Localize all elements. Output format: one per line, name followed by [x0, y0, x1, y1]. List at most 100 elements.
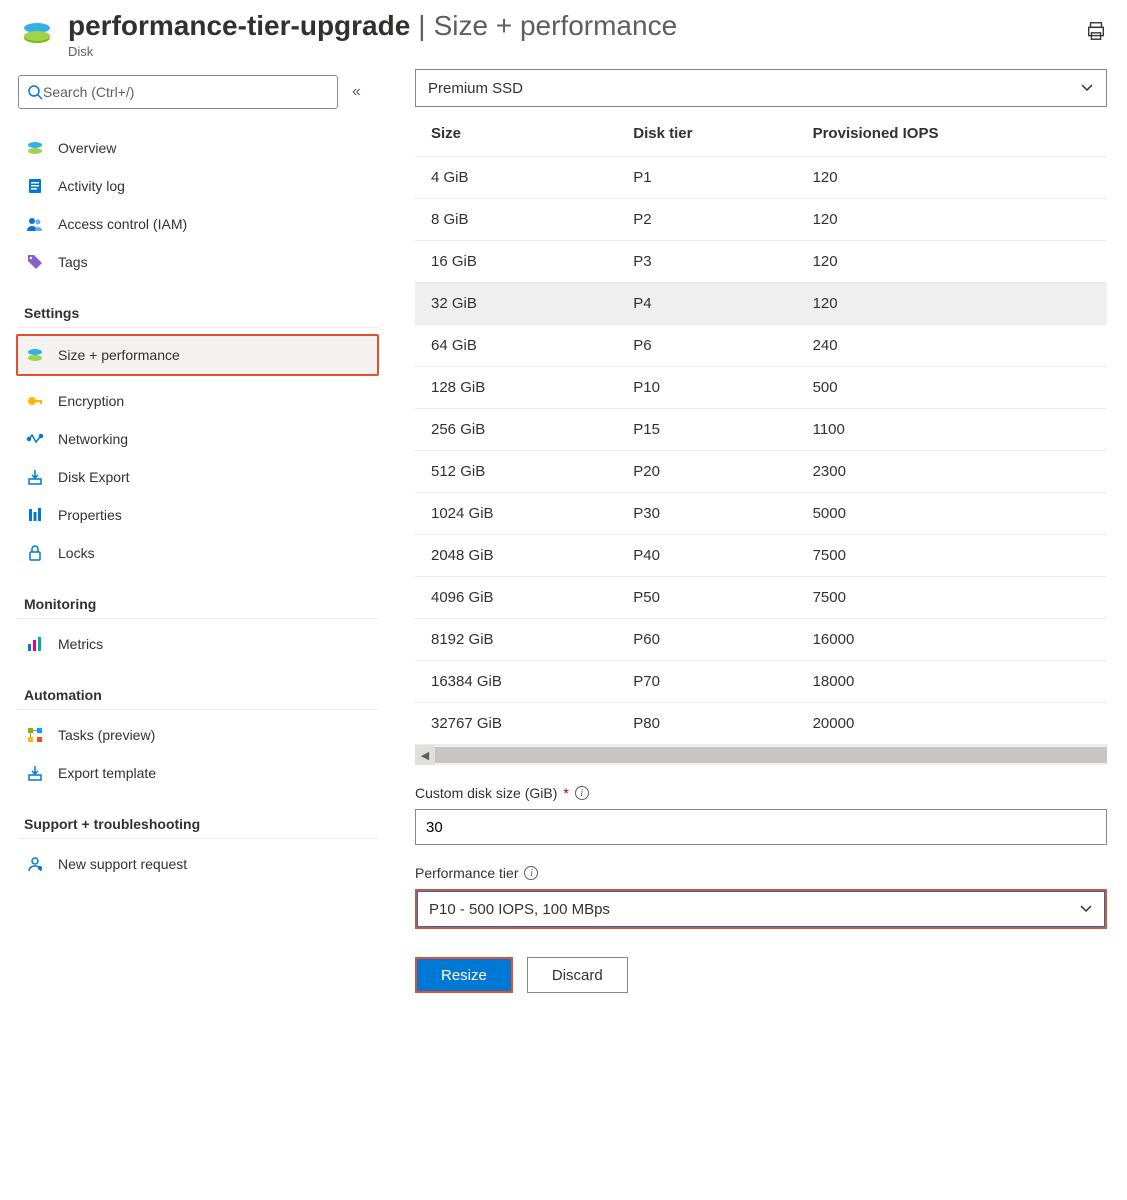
size-table: Size Disk tier Provisioned IOPS 4 GiBP11… — [415, 111, 1107, 745]
new-support-request-icon — [24, 855, 46, 873]
sidebar-item-label: Export template — [58, 765, 156, 781]
col-iops[interactable]: Provisioned IOPS — [797, 111, 1107, 157]
cell-size: 32 GiB — [415, 283, 617, 325]
cell-iops: 16000 — [797, 619, 1107, 661]
cell-tier: P40 — [617, 535, 796, 577]
sidebar-item-metrics[interactable]: Metrics — [18, 625, 377, 663]
col-tier[interactable]: Disk tier — [617, 111, 796, 157]
resize-button[interactable]: Resize — [415, 957, 513, 993]
chevron-down-icon — [1079, 901, 1093, 918]
cell-tier: P15 — [617, 409, 796, 451]
table-row[interactable]: 8 GiBP2120 — [415, 199, 1107, 241]
table-row[interactable]: 128 GiBP10500 — [415, 367, 1107, 409]
metrics-icon — [24, 635, 46, 653]
cell-tier: P80 — [617, 703, 796, 745]
custom-size-input[interactable] — [415, 809, 1107, 845]
sidebar-search[interactable] — [18, 75, 338, 109]
table-row[interactable]: 32 GiBP4120 — [415, 283, 1107, 325]
sidebar-item-label: Disk Export — [58, 469, 130, 485]
sidebar-item-properties[interactable]: Properties — [18, 496, 377, 534]
sidebar-item-new-support-request[interactable]: New support request — [18, 845, 377, 883]
tags-icon — [24, 253, 46, 271]
sidebar-section-support-troubleshooting: Support + troubleshooting — [18, 802, 377, 839]
col-size[interactable]: Size — [415, 111, 617, 157]
table-row[interactable]: 16384 GiBP7018000 — [415, 661, 1107, 703]
export-template-icon — [24, 764, 46, 782]
cell-size: 256 GiB — [415, 409, 617, 451]
sidebar-item-label: Properties — [58, 507, 122, 523]
cell-iops: 2300 — [797, 451, 1107, 493]
sidebar-item-activity-log[interactable]: Activity log — [18, 167, 377, 205]
cell-iops: 120 — [797, 283, 1107, 325]
sidebar-section-monitoring: Monitoring — [18, 582, 377, 619]
cell-iops: 5000 — [797, 493, 1107, 535]
table-row[interactable]: 4 GiBP1120 — [415, 157, 1107, 199]
cell-size: 1024 GiB — [415, 493, 617, 535]
cell-size: 8192 GiB — [415, 619, 617, 661]
table-row[interactable]: 512 GiBP202300 — [415, 451, 1107, 493]
sidebar-item-networking[interactable]: Networking — [18, 420, 377, 458]
sidebar-item-label: Metrics — [58, 636, 103, 652]
sidebar-section-settings: Settings — [18, 291, 377, 328]
search-input[interactable] — [43, 84, 329, 100]
cell-size: 4096 GiB — [415, 577, 617, 619]
table-row[interactable]: 1024 GiBP305000 — [415, 493, 1107, 535]
cell-tier: P60 — [617, 619, 796, 661]
custom-size-label: Custom disk size (GiB)* i — [415, 785, 1107, 801]
discard-button[interactable]: Discard — [527, 957, 628, 993]
sidebar-item-label: Size + performance — [58, 347, 180, 363]
table-row[interactable]: 32767 GiBP8020000 — [415, 703, 1107, 745]
table-row[interactable]: 256 GiBP151100 — [415, 409, 1107, 451]
disk-sku-dropdown[interactable]: Premium SSD — [415, 69, 1107, 107]
table-row[interactable]: 8192 GiBP6016000 — [415, 619, 1107, 661]
sidebar-item-overview[interactable]: Overview — [18, 129, 377, 167]
sidebar-item-encryption[interactable]: Encryption — [18, 382, 377, 420]
horizontal-scrollbar[interactable]: ◀ — [415, 745, 1107, 765]
cell-iops: 1100 — [797, 409, 1107, 451]
sidebar-item-tasks-preview-[interactable]: Tasks (preview) — [18, 716, 377, 754]
sidebar-item-export-template[interactable]: Export template — [18, 754, 377, 792]
sidebar-item-size-performance[interactable]: Size + performance — [16, 334, 379, 376]
sidebar-item-label: Access control (IAM) — [58, 216, 187, 232]
sidebar-item-label: Encryption — [58, 393, 124, 409]
chevron-down-icon — [1080, 80, 1094, 97]
sidebar-item-label: Locks — [58, 545, 95, 561]
cell-iops: 7500 — [797, 577, 1107, 619]
table-row[interactable]: 16 GiBP3120 — [415, 241, 1107, 283]
sidebar-item-label: New support request — [58, 856, 187, 872]
sidebar-item-locks[interactable]: Locks — [18, 534, 377, 572]
sidebar-item-tags[interactable]: Tags — [18, 243, 377, 281]
table-row[interactable]: 4096 GiBP507500 — [415, 577, 1107, 619]
info-icon[interactable]: i — [575, 786, 589, 800]
table-row[interactable]: 64 GiBP6240 — [415, 325, 1107, 367]
sidebar-item-label: Tasks (preview) — [58, 727, 155, 743]
cell-tier: P2 — [617, 199, 796, 241]
performance-tier-dropdown[interactable]: P10 - 500 IOPS, 100 MBps — [415, 889, 1107, 929]
cell-iops: 500 — [797, 367, 1107, 409]
main-panel: Premium SSD Size Disk tier Provisioned I… — [395, 69, 1127, 1023]
collapse-sidebar-icon[interactable]: « — [348, 79, 365, 105]
sidebar-item-access-control-iam-[interactable]: Access control (IAM) — [18, 205, 377, 243]
cell-size: 4 GiB — [415, 157, 617, 199]
cell-size: 16384 GiB — [415, 661, 617, 703]
disk-export-icon — [24, 468, 46, 486]
cell-tier: P3 — [617, 241, 796, 283]
sidebar-item-label: Tags — [58, 254, 88, 270]
sidebar-item-label: Activity log — [58, 178, 125, 194]
cell-tier: P50 — [617, 577, 796, 619]
cell-size: 32767 GiB — [415, 703, 617, 745]
scrollbar-thumb[interactable] — [435, 747, 1107, 763]
size-performance-icon — [24, 346, 46, 364]
sidebar-item-disk-export[interactable]: Disk Export — [18, 458, 377, 496]
sidebar-item-label: Networking — [58, 431, 128, 447]
table-row[interactable]: 2048 GiBP407500 — [415, 535, 1107, 577]
cell-tier: P4 — [617, 283, 796, 325]
cell-iops: 7500 — [797, 535, 1107, 577]
print-icon[interactable] — [1085, 20, 1107, 45]
cell-iops: 240 — [797, 325, 1107, 367]
info-icon[interactable]: i — [524, 866, 538, 880]
cell-iops: 120 — [797, 199, 1107, 241]
performance-tier-label: Performance tier i — [415, 865, 1107, 881]
cell-tier: P30 — [617, 493, 796, 535]
scroll-left-arrow[interactable]: ◀ — [415, 745, 435, 765]
